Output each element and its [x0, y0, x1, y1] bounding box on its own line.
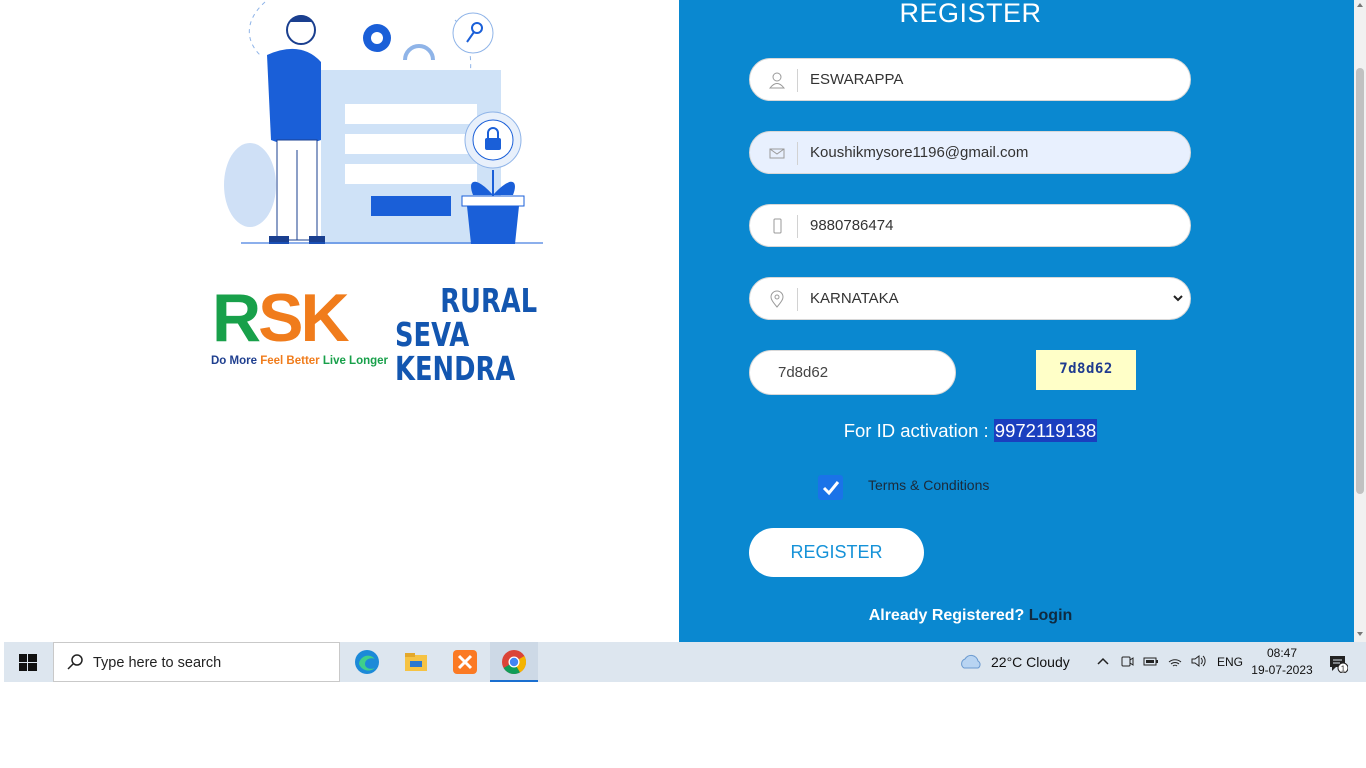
- notification-icon[interactable]: 1: [1328, 653, 1348, 673]
- meet-now-icon[interactable]: [1119, 653, 1135, 669]
- phone-field[interactable]: 9880786474: [749, 204, 1191, 247]
- activation-label: For ID activation :: [843, 420, 994, 441]
- windows-start-icon[interactable]: [19, 654, 37, 671]
- state-select[interactable]: KARNATAKA: [749, 277, 1191, 320]
- register-illustration: [224, 1, 543, 244]
- captcha-input-value: 7d8d62: [778, 364, 829, 381]
- vertical-scrollbar[interactable]: [1354, 0, 1366, 642]
- field-separator: [797, 288, 798, 311]
- register-title: REGISTER: [899, 0, 1042, 28]
- email-value: Koushikmysore1196@gmail.com: [810, 144, 1029, 161]
- email-field[interactable]: Koushikmysore1196@gmail.com: [749, 131, 1191, 174]
- brand-name: RURAL SEVA KENDRA: [395, 281, 538, 388]
- volume-icon[interactable]: [1190, 653, 1206, 669]
- language-indicator[interactable]: ENG: [1217, 642, 1243, 682]
- already-registered: Already Registered? Login: [679, 607, 1262, 625]
- activation-number: 9972119138: [993, 419, 1098, 442]
- phone-value: 9880786474: [810, 217, 894, 234]
- chrome-icon[interactable]: [500, 648, 528, 676]
- login-link[interactable]: Login: [1029, 607, 1073, 624]
- scroll-thumb[interactable]: [1356, 68, 1364, 494]
- taskbar-search[interactable]: Type here to search: [53, 642, 340, 682]
- battery-icon[interactable]: [1143, 653, 1159, 669]
- edge-icon[interactable]: [353, 648, 381, 676]
- file-explorer-icon[interactable]: [402, 648, 430, 676]
- captcha-input[interactable]: 7d8d62: [749, 350, 956, 395]
- checkmark-icon: [822, 481, 840, 496]
- brand-name-line2: SEVA KENDRA: [395, 315, 516, 388]
- field-separator: [797, 215, 798, 238]
- state-value: KARNATAKA: [810, 290, 899, 307]
- logo-tagline: Do More Feel Better Live Longer: [211, 355, 389, 367]
- field-separator: [797, 69, 798, 92]
- rsk-logo: RSK Do More Feel Better Live Longer RURA…: [205, 280, 575, 386]
- captcha-image: 7d8d62: [1036, 350, 1136, 390]
- search-icon: [67, 654, 83, 670]
- clock[interactable]: 08:47 19-07-2023: [1249, 645, 1315, 679]
- terms-checkbox[interactable]: [818, 475, 843, 500]
- terms-link[interactable]: Terms & Conditions: [868, 477, 989, 493]
- clock-date: 19-07-2023: [1251, 663, 1313, 677]
- chevron-down-icon: [1173, 295, 1183, 302]
- field-separator: [797, 142, 798, 165]
- user-icon: [768, 72, 786, 89]
- clock-time: 08:47: [1266, 646, 1298, 660]
- brand-name-line1: RURAL: [440, 281, 538, 320]
- weather-text[interactable]: 22°C Cloudy: [991, 642, 1070, 682]
- activation-info: For ID activation : 9972119138: [679, 419, 1262, 442]
- page: RSK Do More Feel Better Live Longer RURA…: [0, 0, 1354, 642]
- name-value: ESWARAPPA: [810, 71, 904, 88]
- search-placeholder: Type here to search: [93, 655, 222, 671]
- name-field[interactable]: ESWARAPPA: [749, 58, 1191, 101]
- taskbar: Type here to search 22°C Cloudy ENG 08:4…: [4, 642, 1366, 682]
- already-text: Already Registered?: [868, 607, 1029, 624]
- location-icon: [770, 290, 784, 308]
- mail-icon: [769, 148, 785, 159]
- active-app-indicator: [490, 680, 538, 682]
- register-panel: REGISTER ESWARAPPA Koushikmysore1196@gma…: [679, 0, 1354, 642]
- rsk-logo-letters: RSK: [212, 280, 350, 356]
- scroll-down-icon[interactable]: [1357, 632, 1363, 636]
- chevron-up-icon[interactable]: [1095, 653, 1111, 669]
- scroll-up-icon[interactable]: [1357, 3, 1363, 7]
- notification-count: 1: [1341, 665, 1346, 674]
- register-button[interactable]: REGISTER: [749, 528, 924, 577]
- phone-icon: [773, 218, 782, 234]
- cloud-icon[interactable]: [958, 652, 984, 670]
- wifi-icon[interactable]: [1167, 653, 1183, 669]
- xampp-icon[interactable]: [451, 648, 479, 676]
